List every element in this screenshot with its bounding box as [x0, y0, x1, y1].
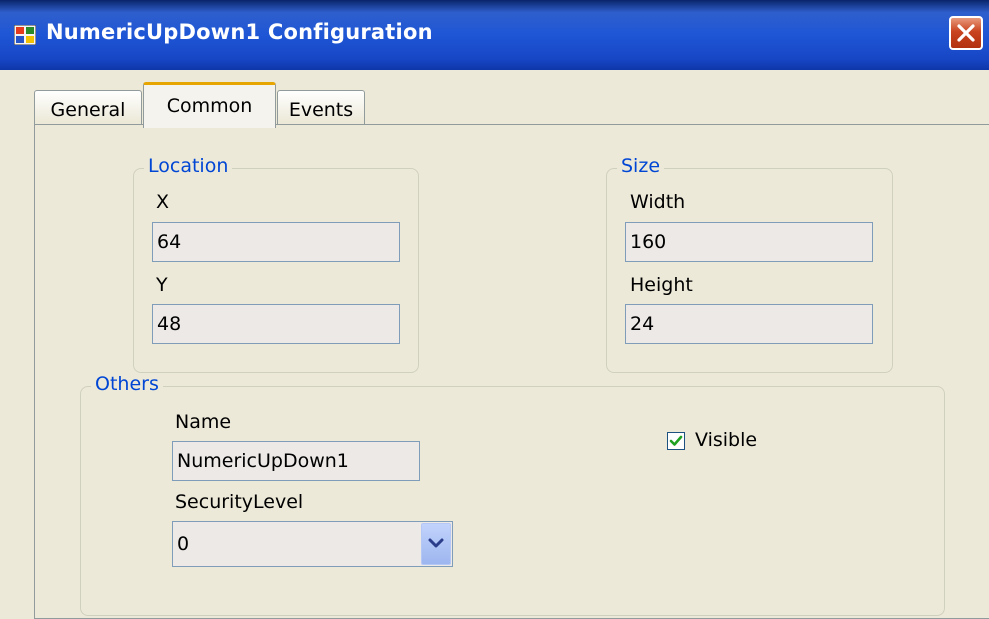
tab-common[interactable]: Common: [143, 82, 276, 128]
location-legend: Location: [144, 155, 233, 177]
close-button[interactable]: [949, 16, 983, 50]
others-legend: Others: [91, 373, 163, 395]
x-input[interactable]: 64: [152, 222, 400, 262]
tab-common-label: Common: [166, 95, 253, 117]
height-input[interactable]: 24: [625, 304, 873, 344]
close-icon: [957, 24, 975, 42]
tab-general-label: General: [50, 99, 126, 121]
dropdown-button[interactable]: [421, 523, 451, 565]
height-label: Height: [630, 274, 693, 296]
tab-events-label: Events: [288, 99, 354, 121]
app-icon: [14, 25, 36, 45]
width-input[interactable]: 160: [625, 222, 873, 262]
visible-label: Visible: [695, 429, 758, 451]
name-label: Name: [175, 411, 232, 433]
width-label: Width: [630, 191, 686, 213]
tab-panel-common: Location X 64 Y 48 Size Width 160 Height…: [34, 124, 989, 619]
security-level-label: SecurityLevel: [175, 491, 304, 513]
chevron-down-icon: [428, 538, 444, 548]
security-level-value: 0: [177, 533, 190, 555]
check-icon: [669, 435, 683, 446]
name-input[interactable]: NumericUpDown1: [172, 441, 420, 481]
security-level-select[interactable]: 0: [172, 521, 453, 567]
x-label: X: [156, 191, 170, 213]
window-title: NumericUpDown1 Configuration: [46, 20, 433, 44]
title-bar[interactable]: NumericUpDown1 Configuration: [0, 0, 989, 70]
size-legend: Size: [617, 155, 665, 177]
y-input[interactable]: 48: [152, 304, 400, 344]
visible-checkbox[interactable]: [667, 432, 685, 450]
y-label: Y: [156, 274, 168, 296]
